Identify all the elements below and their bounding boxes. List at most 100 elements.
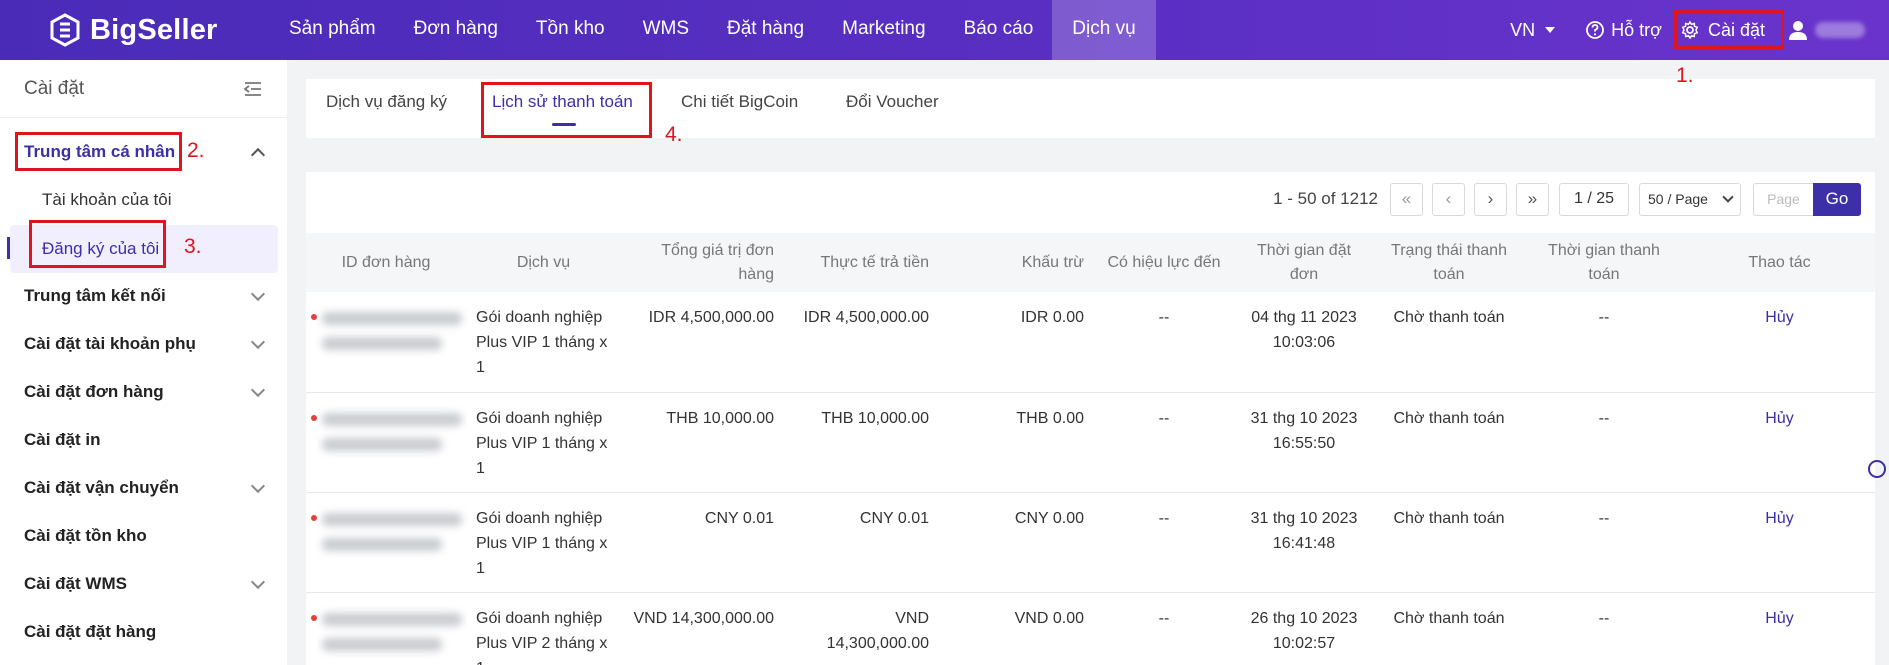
header-payment-status: Trạng thái thanh toán (1391, 241, 1507, 283)
paytime-cell: -- (1524, 592, 1684, 665)
search-icon[interactable] (1866, 458, 1888, 480)
order-id-redacted (322, 337, 442, 350)
tab-subscribed-services[interactable]: Dịch vụ đăng ký (326, 79, 447, 138)
sidebar-header: Cài đặt (0, 60, 287, 118)
nav-reports[interactable]: Báo cáo (945, 0, 1053, 60)
order-time-cell: 04 thg 11 2023 10:03:06 (1234, 292, 1374, 393)
annotation-box-settings (1674, 10, 1784, 49)
order-date: 04 thg 11 2023 (1251, 309, 1357, 326)
table-row: Gói doanh nghiệp Plus VIP 1 tháng x 1 CN… (306, 492, 1875, 593)
nav-wms[interactable]: WMS (624, 0, 708, 60)
order-time-cell: 26 thg 10 2023 10:02:57 (1234, 592, 1374, 665)
order-id-redacted (322, 637, 442, 651)
effective-cell: -- (1094, 592, 1234, 665)
help-label: Hỗ trợ (1611, 19, 1662, 40)
paid-cell: THB 10,000.00 (784, 392, 939, 493)
action-cell: Hủy (1684, 292, 1875, 393)
tab-bigcoin-details[interactable]: Chi tiết BigCoin (681, 79, 798, 138)
order-clock: 16:41:48 (1272, 534, 1336, 552)
brand-logo[interactable]: BigSeller (48, 12, 218, 48)
header-effective-until: Có hiệu lực đến (1107, 253, 1221, 271)
main-nav: Sản phẩm Đơn hàng Tồn kho WMS Đặt hàng M… (270, 0, 1156, 60)
tab-redeem-voucher[interactable]: Đổi Voucher (846, 79, 939, 138)
brand-name: BigSeller (90, 13, 218, 46)
nav-products[interactable]: Sản phẩm (270, 0, 395, 60)
sidebar-item-purchase-settings[interactable]: Cài đặt đặt hàng (0, 608, 287, 656)
nav-orders[interactable]: Đơn hàng (395, 0, 517, 60)
status-cell: Chờ thanh toán (1374, 592, 1524, 665)
paytime-cell: -- (1524, 392, 1684, 493)
menu-collapse-icon[interactable] (243, 81, 263, 97)
order-id-redacted (322, 612, 462, 626)
order-id-cell (306, 492, 466, 593)
last-page-button[interactable]: » (1516, 182, 1549, 216)
sidebar-item-label: Cài đặt vận chuyển (24, 478, 179, 497)
nav-marketing[interactable]: Marketing (823, 0, 944, 60)
page-size-select[interactable]: 50 / Page (1639, 182, 1741, 216)
help-icon (1586, 21, 1605, 39)
table-row: Gói doanh nghiệp Plus VIP 2 tháng x 1 VN… (306, 592, 1875, 665)
status-dot (311, 514, 317, 521)
sidebar-item-print-settings[interactable]: Cài đặt in (0, 416, 287, 464)
sidebar-subitem-my-account[interactable]: Tài khoản của tôi (10, 176, 278, 224)
nav-services[interactable]: Dịch vụ (1052, 0, 1156, 60)
total-cell: IDR 4,500,000.00 (621, 292, 784, 393)
annotation-label-4: 4. (665, 123, 683, 146)
page-jump-input[interactable]: Page (1753, 182, 1813, 216)
service-cell: Gói doanh nghiệp Plus VIP 1 tháng x 1 (466, 292, 621, 393)
sidebar-item-connection-center[interactable]: Trung tâm kết nối (0, 272, 287, 320)
user-icon[interactable] (1787, 19, 1809, 41)
sidebar-item-subaccount-settings[interactable]: Cài đặt tài khoản phụ (0, 320, 287, 368)
prev-page-button[interactable]: ‹ (1432, 182, 1465, 216)
cancel-order-link[interactable]: Hủy (1765, 610, 1793, 627)
discount-cell: CNY 0.00 (939, 492, 1094, 593)
table-header-row: ID đơn hàng Dịch vụ Tổng giá trị đơn hàn… (306, 233, 1875, 292)
sidebar-item-order-settings[interactable]: Cài đặt đơn hàng (0, 368, 287, 416)
sidebar-item-label: Trung tâm kết nối (24, 286, 166, 305)
chevron-down-icon (250, 574, 266, 589)
payment-history-panel: 1 - 50 of 1212 « ‹ › » 1 / 25 50 / Page … (306, 172, 1875, 665)
order-date: 31 thg 10 2023 (1250, 409, 1358, 427)
nav-inventory[interactable]: Tồn kho (517, 0, 624, 60)
order-id-redacted (322, 512, 462, 526)
total-cell: CNY 0.01 (621, 492, 784, 593)
sidebar-item-label: Cài đặt in (24, 430, 101, 449)
next-page-button[interactable]: › (1474, 182, 1507, 216)
chevron-down-icon (1545, 27, 1556, 33)
status-dot (311, 614, 317, 621)
go-button[interactable]: Go (1813, 182, 1861, 216)
current-page-input[interactable]: 1 / 25 (1559, 182, 1629, 216)
status-cell: Chờ thanh toán (1374, 392, 1524, 493)
header-payment-time: Thời gian thanh toán (1548, 241, 1660, 283)
effective-cell: -- (1094, 292, 1234, 393)
annotation-label-3: 3. (184, 235, 202, 258)
cancel-order-link[interactable]: Hủy (1765, 309, 1793, 326)
cancel-order-link[interactable]: Hủy (1765, 510, 1793, 527)
region-selector[interactable]: VN (1510, 20, 1557, 41)
sidebar-item-wms-settings[interactable]: Cài đặt WMS (0, 560, 287, 608)
nav-purchase[interactable]: Đặt hàng (708, 0, 823, 60)
service-cell: Gói doanh nghiệp Plus VIP 2 tháng x 1 (466, 592, 621, 665)
annotation-box-personal-center (15, 132, 182, 171)
pagination: 1 - 50 of 1212 « ‹ › » 1 / 25 50 / Page … (1273, 182, 1861, 216)
cancel-order-link[interactable]: Hủy (1765, 410, 1793, 427)
sidebar-item-inventory-settings[interactable]: Cài đặt tồn kho (0, 512, 287, 560)
action-cell: Hủy (1684, 492, 1875, 593)
chevron-up-icon (250, 147, 266, 162)
order-time-cell: 31 thg 10 2023 16:55:50 (1234, 392, 1374, 493)
first-page-button[interactable]: « (1390, 182, 1423, 216)
order-time-cell: 31 thg 10 2023 16:41:48 (1234, 492, 1374, 593)
help-link[interactable]: Hỗ trợ (1585, 20, 1662, 41)
header-actual-paid: Thực tế trả tiền (820, 253, 929, 271)
effective-cell: -- (1094, 392, 1234, 493)
chevron-down-icon (250, 334, 266, 349)
chevron-down-icon (250, 478, 266, 493)
order-id-cell (306, 592, 466, 665)
status-cell: Chờ thanh toán (1374, 292, 1524, 393)
sidebar-item-shipping-settings[interactable]: Cài đặt vận chuyển (0, 464, 287, 512)
order-id-redacted (322, 537, 442, 551)
order-id-redacted (322, 312, 462, 325)
user-name-redacted[interactable] (1815, 22, 1865, 38)
header-discount: Khấu trừ (1021, 253, 1084, 271)
header-service: Dịch vụ (516, 253, 571, 271)
